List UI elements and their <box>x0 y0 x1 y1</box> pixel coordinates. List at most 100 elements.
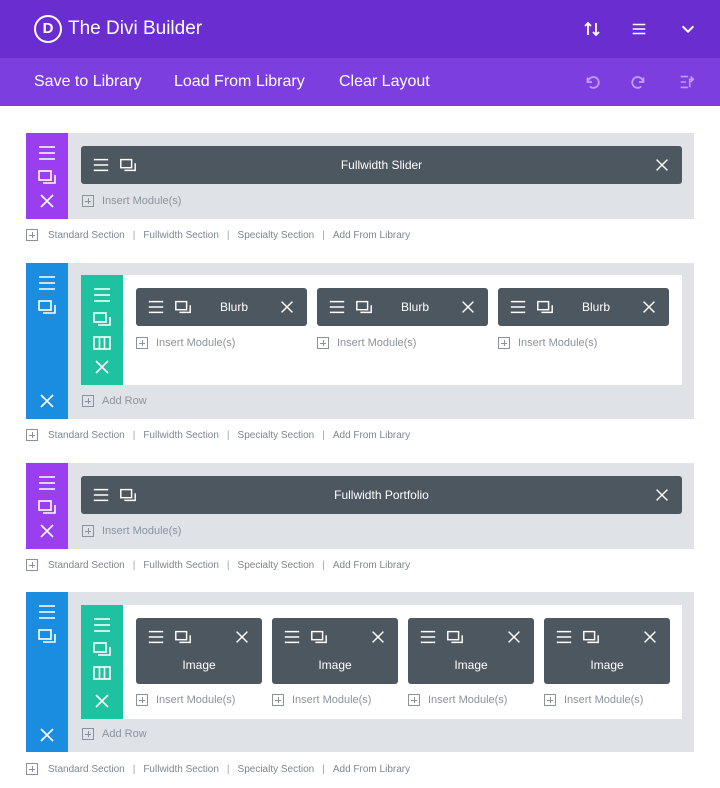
undo-icon[interactable] <box>583 73 601 91</box>
plus-icon <box>26 429 38 441</box>
insert-modules-link[interactable]: Insert Module(s) <box>136 337 235 349</box>
move-icon[interactable] <box>147 298 165 316</box>
duplicate-icon[interactable] <box>582 628 600 646</box>
duplicate-icon[interactable] <box>92 309 112 329</box>
delete-icon[interactable] <box>37 191 57 211</box>
history-icon[interactable] <box>678 73 696 91</box>
close-icon[interactable] <box>278 298 296 316</box>
duplicate-icon[interactable] <box>37 167 57 187</box>
duplicate-icon[interactable] <box>536 298 554 316</box>
add-specialty-section-link[interactable]: Specialty Section <box>238 560 315 571</box>
move-icon[interactable] <box>419 628 437 646</box>
redo-icon[interactable] <box>630 73 648 91</box>
add-row-link[interactable]: Add Row <box>82 728 147 740</box>
module-label: Blurb <box>582 300 611 314</box>
add-fullwidth-section-link[interactable]: Fullwidth Section <box>143 560 219 571</box>
add-row-link[interactable]: Add Row <box>82 395 147 407</box>
module-fullwidth-slider[interactable]: Fullwidth Slider <box>81 146 682 184</box>
insert-modules-link[interactable]: Insert Module(s) <box>408 694 507 706</box>
move-icon[interactable] <box>37 273 57 293</box>
duplicate-icon[interactable] <box>446 628 464 646</box>
chevron-down-icon[interactable] <box>675 16 701 42</box>
section-sidebar <box>26 592 68 752</box>
insert-modules-link[interactable]: Insert Module(s) <box>82 195 181 207</box>
close-icon[interactable] <box>233 628 251 646</box>
clear-layout-button[interactable]: Clear Layout <box>339 73 430 91</box>
columns-icon[interactable] <box>92 663 112 683</box>
add-specialty-section-link[interactable]: Specialty Section <box>238 764 315 775</box>
close-icon[interactable] <box>640 298 658 316</box>
add-standard-section-link[interactable]: Standard Section <box>48 560 125 571</box>
module-image[interactable]: Image <box>544 618 670 684</box>
delete-icon[interactable] <box>37 391 57 411</box>
section-links: Standard Section | Fullwidth Section | Spe… <box>26 229 410 241</box>
module-label: Fullwidth Slider <box>340 158 423 172</box>
module-label: Blurb <box>220 300 249 314</box>
module-image[interactable]: Image <box>408 618 534 684</box>
duplicate-icon[interactable] <box>310 628 328 646</box>
delete-icon[interactable] <box>92 357 112 377</box>
close-icon[interactable] <box>505 628 523 646</box>
plus-icon <box>82 395 94 407</box>
delete-icon[interactable] <box>37 521 57 541</box>
close-icon[interactable] <box>369 628 387 646</box>
duplicate-icon[interactable] <box>37 626 57 646</box>
load-from-library-button[interactable]: Load From Library <box>174 73 305 91</box>
plus-icon <box>136 694 148 706</box>
add-fullwidth-section-link[interactable]: Fullwidth Section <box>143 430 219 441</box>
add-standard-section-link[interactable]: Standard Section <box>48 764 125 775</box>
plus-icon <box>26 559 38 571</box>
module-blurb[interactable]: Blurb <box>317 288 488 326</box>
add-from-library-link[interactable]: Add From Library <box>333 230 410 241</box>
insert-modules-link[interactable]: Insert Module(s) <box>317 337 416 349</box>
insert-modules-link[interactable]: Insert Module(s) <box>498 337 597 349</box>
duplicate-icon[interactable] <box>37 297 57 317</box>
module-label: Image <box>182 658 216 672</box>
move-icon[interactable] <box>147 628 165 646</box>
module-blurb[interactable]: Blurb <box>136 288 307 326</box>
close-icon[interactable] <box>459 298 477 316</box>
app-title: The Divi Builder <box>68 18 203 39</box>
module-fullwidth-portfolio[interactable]: Fullwidth Portfolio <box>81 476 682 514</box>
close-icon[interactable] <box>653 486 671 504</box>
add-from-library-link[interactable]: Add From Library <box>333 560 410 571</box>
duplicate-icon[interactable] <box>355 298 373 316</box>
add-from-library-link[interactable]: Add From Library <box>333 430 410 441</box>
duplicate-icon[interactable] <box>92 639 112 659</box>
duplicate-icon[interactable] <box>174 298 192 316</box>
insert-modules-link[interactable]: Insert Module(s) <box>136 694 235 706</box>
close-icon[interactable] <box>641 628 659 646</box>
columns-icon[interactable] <box>92 333 112 353</box>
duplicate-icon[interactable] <box>174 628 192 646</box>
insert-modules-link[interactable]: Insert Module(s) <box>82 525 181 537</box>
add-from-library-link[interactable]: Add From Library <box>333 764 410 775</box>
move-icon[interactable] <box>92 285 112 305</box>
delete-icon[interactable] <box>37 725 57 745</box>
insert-modules-link[interactable]: Insert Module(s) <box>272 694 371 706</box>
add-specialty-section-link[interactable]: Specialty Section <box>238 230 315 241</box>
move-icon[interactable] <box>328 298 346 316</box>
menu-icon[interactable] <box>626 16 652 42</box>
add-fullwidth-section-link[interactable]: Fullwidth Section <box>143 764 219 775</box>
move-icon[interactable] <box>92 615 112 635</box>
insert-modules-link[interactable]: Insert Module(s) <box>544 694 643 706</box>
plus-icon <box>317 337 329 349</box>
module-image[interactable]: Image <box>272 618 398 684</box>
add-standard-section-link[interactable]: Standard Section <box>48 230 125 241</box>
move-icon[interactable] <box>283 628 301 646</box>
module-blurb[interactable]: Blurb <box>498 288 669 326</box>
module-image[interactable]: Image <box>136 618 262 684</box>
duplicate-icon[interactable] <box>37 497 57 517</box>
sort-arrows-icon[interactable] <box>579 16 605 42</box>
add-standard-section-link[interactable]: Standard Section <box>48 430 125 441</box>
add-fullwidth-section-link[interactable]: Fullwidth Section <box>143 230 219 241</box>
move-icon[interactable] <box>37 473 57 493</box>
move-icon[interactable] <box>555 628 573 646</box>
move-icon[interactable] <box>37 143 57 163</box>
add-specialty-section-link[interactable]: Specialty Section <box>238 430 315 441</box>
save-to-library-button[interactable]: Save to Library <box>34 73 142 91</box>
close-icon[interactable] <box>653 156 671 174</box>
move-icon[interactable] <box>37 602 57 622</box>
move-icon[interactable] <box>509 298 527 316</box>
delete-icon[interactable] <box>92 691 112 711</box>
